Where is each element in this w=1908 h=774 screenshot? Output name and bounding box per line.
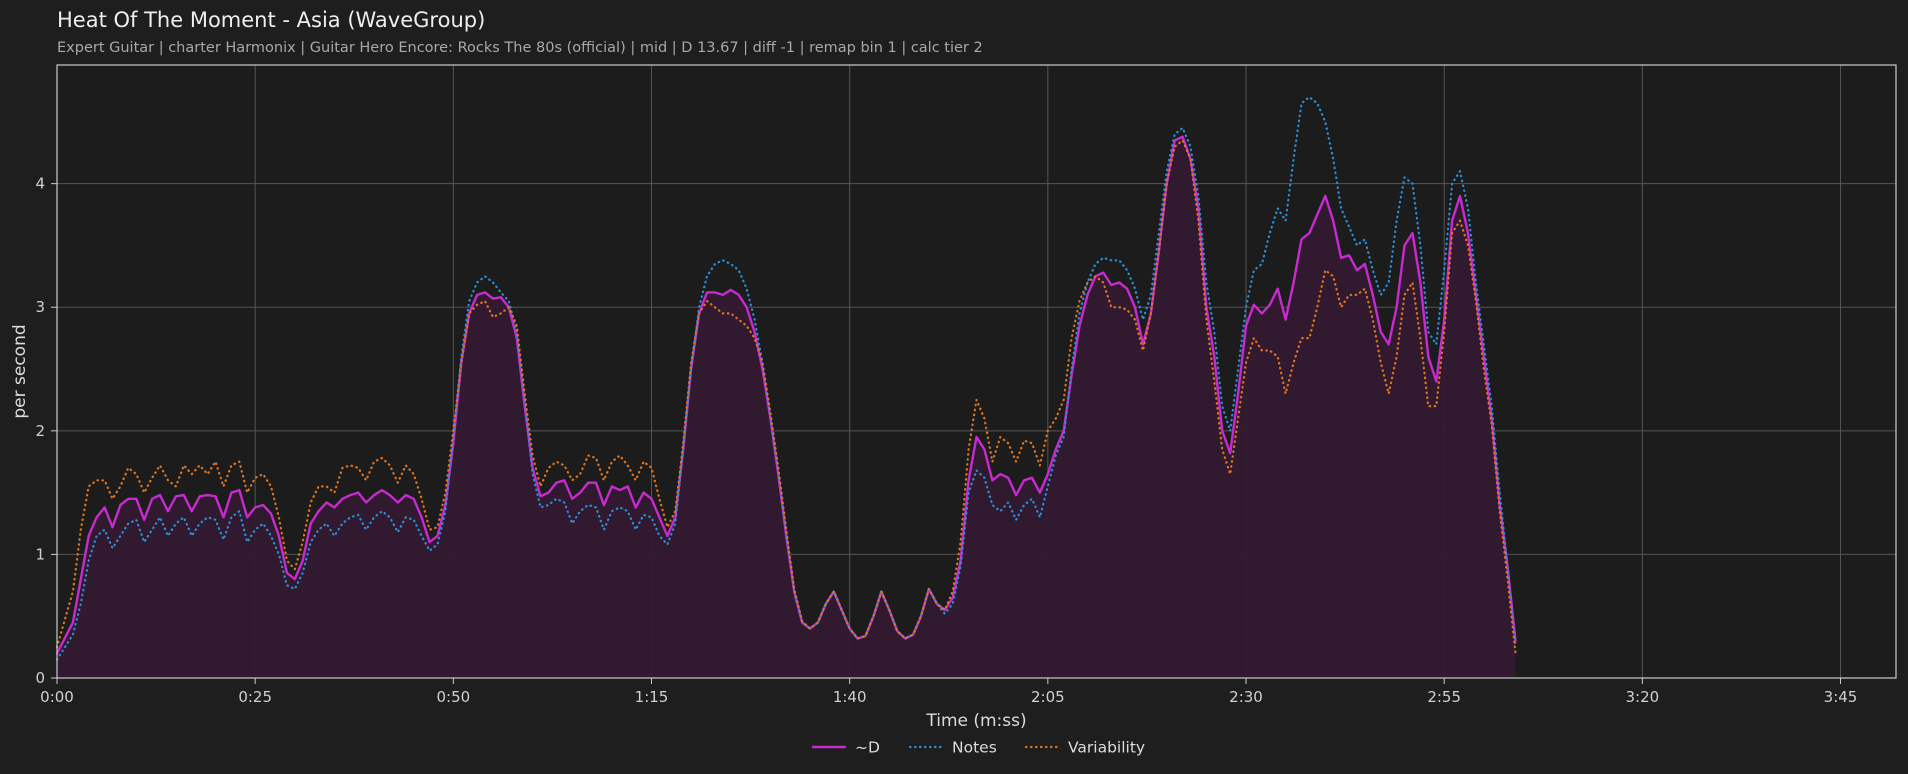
y-tick-label: 2 (35, 422, 45, 440)
x-tick-label: 3:20 (1626, 688, 1660, 706)
legend: ~D Notes Variability (811, 739, 1145, 757)
legend-label: ~D (855, 739, 880, 757)
x-tick-label: 2:05 (1031, 688, 1065, 706)
x-tick-label: 0:50 (436, 688, 470, 706)
x-axis: 0:00 0:25 0:50 1:15 1:40 2:05 2:30 2:55 3:20 3:45 (40, 678, 1857, 706)
y-axis-label: per second (10, 324, 30, 418)
legend-label: Variability (1068, 739, 1145, 757)
x-tick-label: 1:15 (635, 688, 669, 706)
x-tick-label: 2:30 (1229, 688, 1263, 706)
x-tick-label: 0:25 (238, 688, 272, 706)
y-tick-label: 4 (35, 175, 45, 193)
x-tick-label: 0:00 (40, 688, 74, 706)
y-tick-label: 0 (35, 669, 45, 687)
chart-area: 0:00 0:25 0:50 1:15 1:40 2:05 2:30 2:55 3:20 3:45… (10, 64, 1897, 757)
y-tick-label: 1 (35, 545, 45, 563)
x-tick-label: 3:45 (1824, 688, 1858, 706)
x-tick-label: 2:55 (1427, 688, 1461, 706)
y-tick-label: 3 (35, 298, 45, 316)
legend-label: Notes (952, 739, 997, 757)
y-axis: 0 1 2 3 4 (35, 175, 57, 687)
x-tick-label: 1:40 (833, 688, 867, 706)
x-axis-label: Time (m:ss) (925, 711, 1026, 731)
